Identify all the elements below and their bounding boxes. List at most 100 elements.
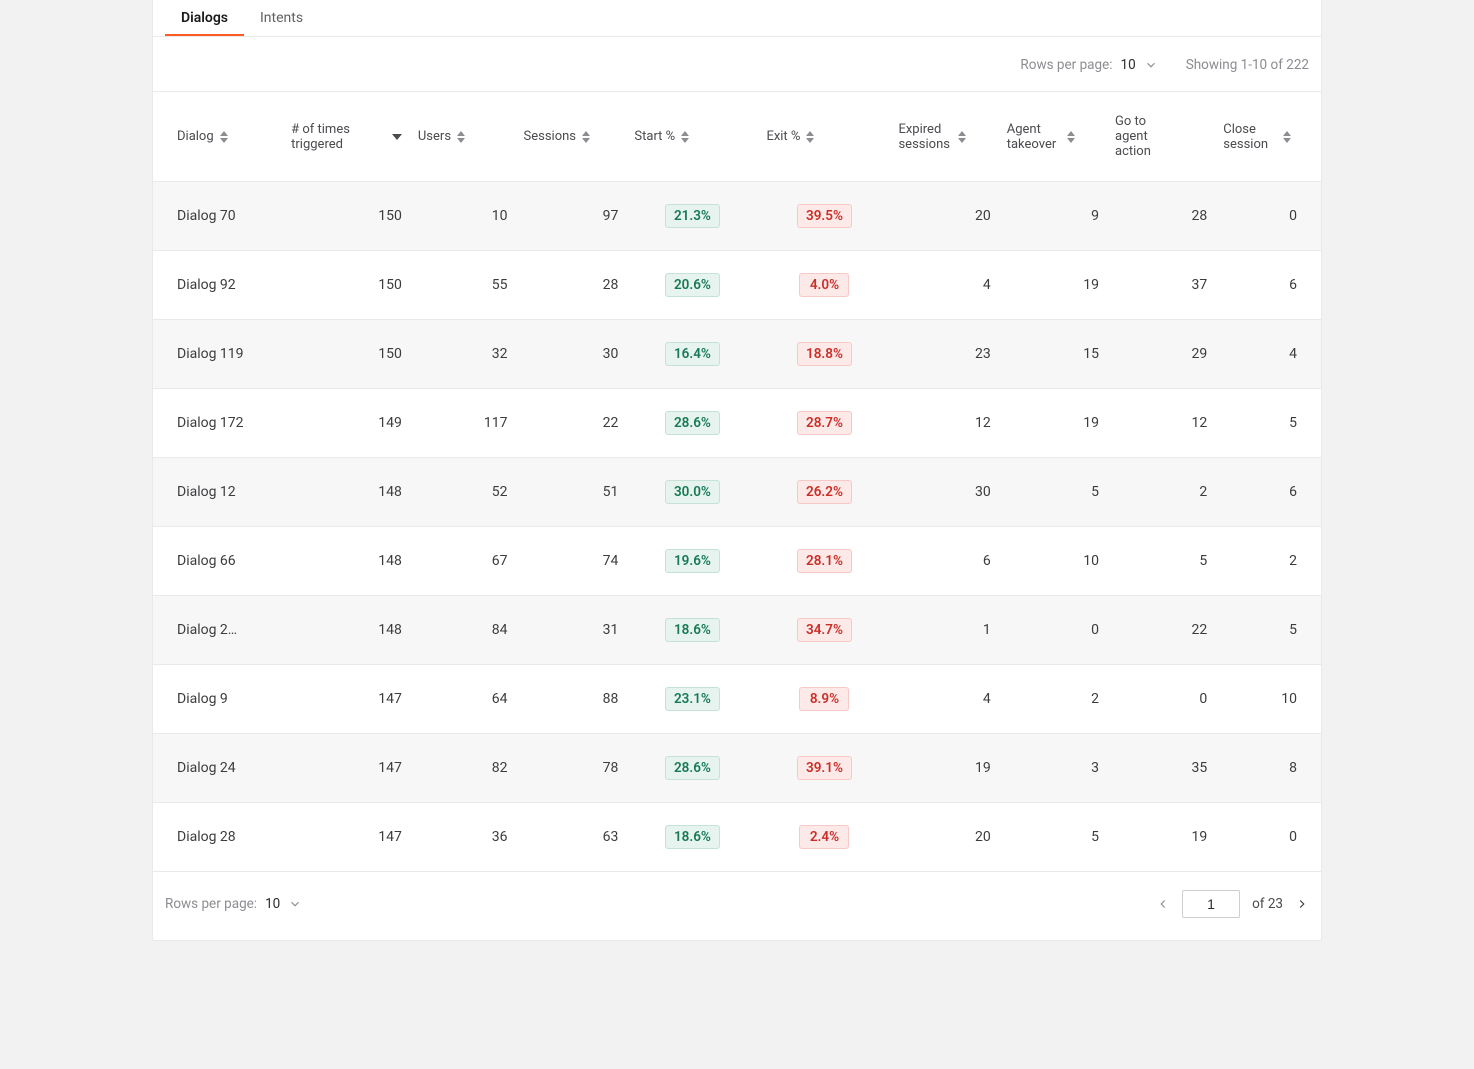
cell-dialog: Dialog 28 bbox=[153, 803, 283, 872]
cell-times: 150 bbox=[283, 182, 410, 251]
cell-close: 4 bbox=[1215, 320, 1321, 389]
col-header-text: Dialog bbox=[177, 129, 214, 144]
cell-sessions: 74 bbox=[516, 527, 627, 596]
rows-per-page-label: Rows per page: bbox=[1020, 57, 1112, 73]
col-header-sessions[interactable]: Sessions bbox=[516, 92, 627, 182]
sort-icon bbox=[582, 131, 590, 143]
chevron-down-icon bbox=[288, 897, 302, 911]
cell-takeover: 10 bbox=[999, 527, 1107, 596]
cell-times: 147 bbox=[283, 665, 410, 734]
cell-takeover: 9 bbox=[999, 182, 1107, 251]
sort-icon bbox=[1067, 131, 1075, 143]
rows-per-page-select-bottom[interactable]: Rows per page: 10 bbox=[165, 896, 302, 912]
col-header-text: Exit % bbox=[766, 129, 800, 144]
cell-expired: 1 bbox=[890, 596, 998, 665]
cell-goto: 35 bbox=[1107, 734, 1215, 803]
cell-exit: 26.2% bbox=[758, 458, 890, 527]
col-header-users[interactable]: Users bbox=[410, 92, 516, 182]
cell-exit: 18.8% bbox=[758, 320, 890, 389]
cell-dialog: Dialog 9 bbox=[153, 665, 283, 734]
cell-takeover: 5 bbox=[999, 458, 1107, 527]
col-header-expired[interactable]: Expired sessions bbox=[890, 92, 998, 182]
showing-range: Showing 1-10 of 222 bbox=[1186, 57, 1309, 73]
sort-icon bbox=[1283, 131, 1291, 143]
pager: of 23 bbox=[1156, 890, 1309, 918]
table-row[interactable]: Dialog 24147827828.6%39.1%193358 bbox=[153, 734, 1321, 803]
col-header-exit[interactable]: Exit % bbox=[758, 92, 890, 182]
cell-users: 10 bbox=[410, 182, 516, 251]
cell-close: 8 bbox=[1215, 734, 1321, 803]
col-header-start[interactable]: Start % bbox=[626, 92, 758, 182]
cell-exit: 8.9% bbox=[758, 665, 890, 734]
cell-users: 32 bbox=[410, 320, 516, 389]
col-header-text: Sessions bbox=[524, 129, 577, 144]
cell-expired: 30 bbox=[890, 458, 998, 527]
cell-times: 147 bbox=[283, 734, 410, 803]
sort-icon bbox=[958, 131, 966, 143]
page-input[interactable] bbox=[1182, 890, 1240, 918]
cell-exit: 39.1% bbox=[758, 734, 890, 803]
start-badge: 19.6% bbox=[665, 549, 720, 573]
col-header-text: Users bbox=[418, 129, 451, 144]
table-row[interactable]: Dialog 2…148843118.6%34.7%10225 bbox=[153, 596, 1321, 665]
cell-start: 28.6% bbox=[626, 389, 758, 458]
start-badge: 28.6% bbox=[665, 756, 720, 780]
cell-goto: 0 bbox=[1107, 665, 1215, 734]
cell-takeover: 19 bbox=[999, 251, 1107, 320]
cell-sessions: 28 bbox=[516, 251, 627, 320]
prev-page-icon[interactable] bbox=[1156, 897, 1170, 911]
cell-sessions: 63 bbox=[516, 803, 627, 872]
table-row[interactable]: Dialog 12148525130.0%26.2%30526 bbox=[153, 458, 1321, 527]
rows-per-page-select-top[interactable]: Rows per page: 10 bbox=[1020, 57, 1157, 73]
cell-sessions: 51 bbox=[516, 458, 627, 527]
table-row[interactable]: Dialog 119150323016.4%18.8%2315294 bbox=[153, 320, 1321, 389]
cell-start: 18.6% bbox=[626, 803, 758, 872]
page-of-text: of 23 bbox=[1252, 896, 1283, 912]
next-page-icon[interactable] bbox=[1295, 897, 1309, 911]
cell-sessions: 22 bbox=[516, 389, 627, 458]
col-header-text: Agent takeover bbox=[1007, 122, 1061, 152]
cell-expired: 12 bbox=[890, 389, 998, 458]
cell-dialog: Dialog 70 bbox=[153, 182, 283, 251]
cell-takeover: 0 bbox=[999, 596, 1107, 665]
cell-close: 0 bbox=[1215, 182, 1321, 251]
cell-goto: 5 bbox=[1107, 527, 1215, 596]
table-row[interactable]: Dialog 1721491172228.6%28.7%1219125 bbox=[153, 389, 1321, 458]
exit-badge: 18.8% bbox=[797, 342, 852, 366]
table-row[interactable]: Dialog 28147366318.6%2.4%205190 bbox=[153, 803, 1321, 872]
cell-start: 16.4% bbox=[626, 320, 758, 389]
sort-icon bbox=[457, 131, 465, 143]
cell-dialog: Dialog 119 bbox=[153, 320, 283, 389]
col-header-close[interactable]: Close session bbox=[1215, 92, 1321, 182]
exit-badge: 26.2% bbox=[797, 480, 852, 504]
sort-desc-icon bbox=[392, 134, 402, 140]
cell-times: 147 bbox=[283, 803, 410, 872]
exit-badge: 34.7% bbox=[797, 618, 852, 642]
exit-badge: 4.0% bbox=[799, 273, 849, 297]
cell-times: 148 bbox=[283, 527, 410, 596]
exit-badge: 39.5% bbox=[797, 204, 852, 228]
tab-dialogs[interactable]: Dialogs bbox=[165, 0, 244, 36]
cell-close: 2 bbox=[1215, 527, 1321, 596]
cell-goto: 12 bbox=[1107, 389, 1215, 458]
cell-goto: 37 bbox=[1107, 251, 1215, 320]
tab-intents[interactable]: Intents bbox=[244, 0, 319, 36]
cell-goto: 29 bbox=[1107, 320, 1215, 389]
sort-icon bbox=[220, 131, 228, 143]
col-header-dialog[interactable]: Dialog bbox=[153, 92, 283, 182]
cell-close: 5 bbox=[1215, 389, 1321, 458]
col-header-times[interactable]: # of times triggered bbox=[283, 92, 410, 182]
table-row[interactable]: Dialog 66148677419.6%28.1%61052 bbox=[153, 527, 1321, 596]
col-header-takeover[interactable]: Agent takeover bbox=[999, 92, 1107, 182]
table-row[interactable]: Dialog 9147648823.1%8.9%42010 bbox=[153, 665, 1321, 734]
table-row[interactable]: Dialog 70150109721.3%39.5%209280 bbox=[153, 182, 1321, 251]
cell-expired: 6 bbox=[890, 527, 998, 596]
exit-badge: 28.7% bbox=[797, 411, 852, 435]
table-row[interactable]: Dialog 92150552820.6%4.0%419376 bbox=[153, 251, 1321, 320]
cell-times: 150 bbox=[283, 251, 410, 320]
start-badge: 28.6% bbox=[665, 411, 720, 435]
cell-goto: 2 bbox=[1107, 458, 1215, 527]
bottom-toolbar: Rows per page: 10 of 23 bbox=[153, 871, 1321, 940]
exit-badge: 8.9% bbox=[799, 687, 849, 711]
cell-dialog: Dialog 172 bbox=[153, 389, 283, 458]
